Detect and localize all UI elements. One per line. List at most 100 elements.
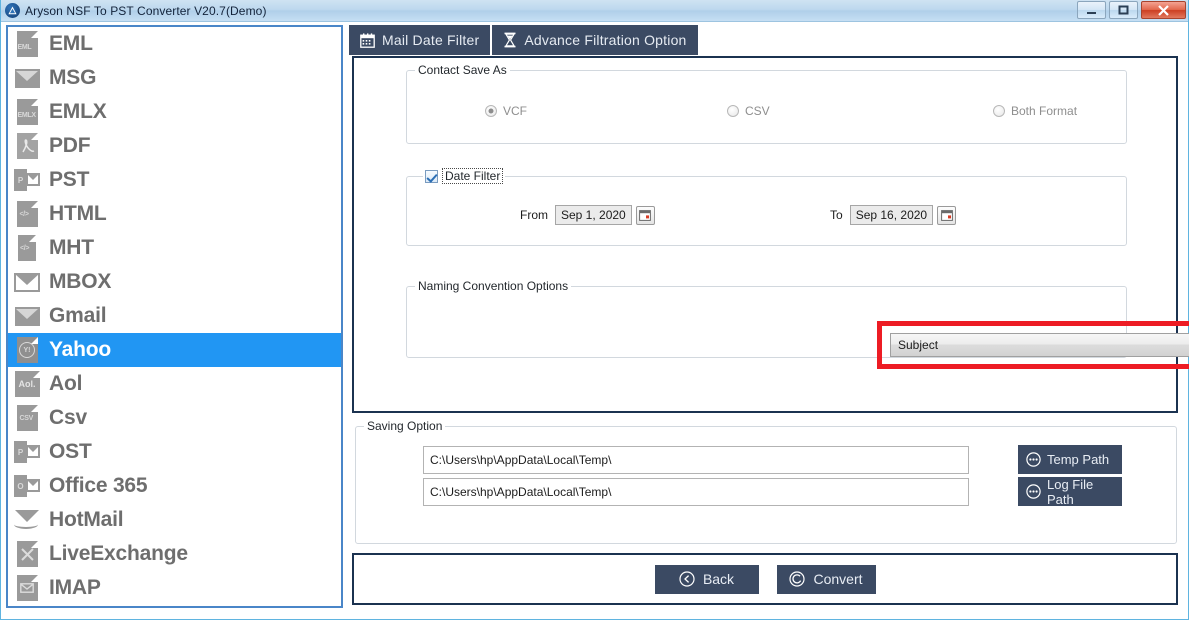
window-controls [1077, 1, 1186, 19]
sidebar-item-emlx[interactable]: EMLX EMLX [8, 95, 341, 129]
naming-convention-dropdown[interactable]: Subject [890, 333, 1189, 357]
from-date-input[interactable]: Sep 1, 2020 [555, 205, 632, 225]
to-date-input[interactable]: Sep 16, 2020 [849, 205, 934, 225]
hotmail-icon [12, 505, 42, 535]
sidebar-item-label: Office 365 [49, 474, 148, 497]
sidebar-item-liveexchange[interactable]: LiveExchange [8, 537, 341, 571]
temp-path-button-label: Temp Path [1047, 452, 1110, 467]
sidebar-item-label: MSG [49, 66, 97, 89]
ellipsis-circle-icon [1026, 484, 1041, 499]
radio-dot-icon [727, 105, 739, 117]
sidebar-item-label: PDF [49, 134, 91, 157]
calendar-icon [360, 32, 375, 48]
back-button[interactable]: Back [654, 564, 759, 594]
minimize-icon[interactable] [1077, 1, 1106, 19]
sidebar-item-label: Yahoo [49, 338, 112, 361]
sidebar-item-gmail[interactable]: Gmail [8, 299, 341, 333]
sidebar-item-label: PST [49, 168, 90, 191]
ost-outlook-icon: P [12, 437, 42, 467]
sidebar-item-html[interactable]: </> HTML [8, 197, 341, 231]
imap-envelope-icon [12, 573, 42, 603]
live-exchange-icon [12, 539, 42, 569]
msg-envelope-icon [12, 63, 42, 93]
app-logo-icon [5, 3, 20, 18]
tab-label: Mail Date Filter [382, 32, 480, 48]
contact-save-as-title: Contact Save As [415, 63, 510, 77]
sidebar-item-ost[interactable]: P OST [8, 435, 341, 469]
naming-convention-value: Subject [898, 338, 939, 352]
temp-path-input[interactable]: C:\Users\hp\AppData\Local\Temp\ [423, 446, 969, 474]
sidebar-item-label: OST [49, 440, 92, 463]
aol-icon: Aol. [12, 369, 42, 399]
back-button-label: Back [702, 571, 735, 587]
sidebar-item-label: IMAP [49, 576, 101, 599]
date-from-group: From Sep 1, 2020 [520, 205, 655, 225]
from-label: From [520, 208, 548, 222]
contact-save-as-group: Contact Save As VCF CSV Both Format [406, 63, 1127, 144]
sidebar-item-label: HotMail [49, 508, 124, 531]
radio-vcf[interactable]: VCF [485, 104, 527, 118]
tab-mail-date-filter[interactable]: Mail Date Filter [349, 25, 491, 55]
sidebar-item-pdf[interactable]: PDF [8, 129, 341, 163]
action-bar: Back Convert [352, 553, 1178, 605]
calendar-picker-icon[interactable] [635, 205, 655, 225]
date-filter-checkbox[interactable]: Date Filter [423, 168, 506, 184]
to-label: To [830, 208, 843, 222]
application-window: Aryson NSF To PST Converter V20.7(Demo) [0, 0, 1189, 620]
radio-csv[interactable]: CSV [727, 104, 770, 118]
calendar-picker-icon[interactable] [937, 205, 957, 225]
gmail-icon [12, 301, 42, 331]
maximize-icon[interactable] [1109, 1, 1138, 19]
html-file-icon: </> [12, 199, 42, 229]
sidebar-item-yahoo[interactable]: Y! Yahoo [8, 333, 341, 367]
convert-button[interactable]: Convert [776, 564, 876, 594]
radio-dot-icon [485, 105, 497, 117]
sidebar-item-pst[interactable]: P PST [8, 163, 341, 197]
naming-convention-title: Naming Convention Options [415, 279, 572, 293]
convert-button-label: Convert [813, 571, 863, 587]
radio-label: CSV [745, 104, 770, 118]
date-filter-group: Date Filter From Sep 1, 2020 To Sep 16, … [406, 168, 1127, 246]
sidebar-item-csv[interactable]: CSV Csv [8, 401, 341, 435]
mbox-envelope-icon [12, 267, 42, 297]
sidebar-item-msg[interactable]: MSG [8, 61, 341, 95]
pst-outlook-icon: P [12, 165, 42, 195]
log-file-path-input[interactable]: C:\Users\hp\AppData\Local\Temp\ [423, 478, 969, 506]
eml-file-icon: EML [12, 29, 42, 59]
sidebar-item-imap[interactable]: IMAP [8, 571, 341, 605]
tab-advance-filtration-option[interactable]: Advance Filtration Option [492, 25, 698, 55]
sidebar-item-office365[interactable]: O Office 365 [8, 469, 341, 503]
format-sidebar[interactable]: EML EML MSG EMLX EMLX PDF P PST </> HTML… [6, 25, 343, 608]
log-file-path-button-label: Log File Path [1047, 476, 1094, 507]
sidebar-item-mht[interactable]: </> MHT [8, 231, 341, 265]
ellipsis-circle-icon [1026, 452, 1041, 467]
sidebar-item-mbox[interactable]: MBOX [8, 265, 341, 299]
checkbox-check-icon [425, 169, 438, 183]
saving-option-title: Saving Option [364, 419, 446, 433]
sidebar-item-label: MHT [49, 236, 94, 259]
tab-label: Advance Filtration Option [524, 32, 687, 48]
saving-option-group: Saving Option C:\Users\hp\AppData\Local\… [355, 419, 1177, 544]
csv-file-icon: CSV [12, 403, 42, 433]
date-to-group: To Sep 16, 2020 [830, 205, 957, 225]
tab-bar: Mail Date Filter Advance Filtration Opti… [349, 25, 1183, 55]
log-file-path-button[interactable]: Log File Path [1018, 476, 1122, 507]
back-arrow-circle-icon [679, 571, 695, 587]
sidebar-item-hotmail[interactable]: HotMail [8, 503, 341, 537]
temp-path-button[interactable]: Temp Path [1018, 445, 1122, 474]
sidebar-item-label: EMLX [49, 100, 107, 123]
title-bar: Aryson NSF To PST Converter V20.7(Demo) [1, 0, 1188, 22]
date-filter-label: Date Filter [442, 168, 504, 184]
radio-label: Both Format [1011, 104, 1078, 118]
sidebar-item-label: MBOX [49, 270, 112, 293]
office365-icon: O [12, 471, 42, 501]
date-range-row: From Sep 1, 2020 To Sep 16, 2020 [407, 205, 1126, 229]
radio-dot-icon [993, 105, 1005, 117]
window-title: Aryson NSF To PST Converter V20.7(Demo) [25, 3, 267, 18]
close-icon[interactable] [1141, 1, 1186, 19]
main-content: Mail Date Filter Advance Filtration Opti… [349, 25, 1189, 608]
sidebar-item-eml[interactable]: EML EML [8, 27, 341, 61]
radio-both-format[interactable]: Both Format [993, 104, 1077, 118]
sidebar-item-label: Aol [49, 372, 83, 395]
sidebar-item-aol[interactable]: Aol. Aol [8, 367, 341, 401]
